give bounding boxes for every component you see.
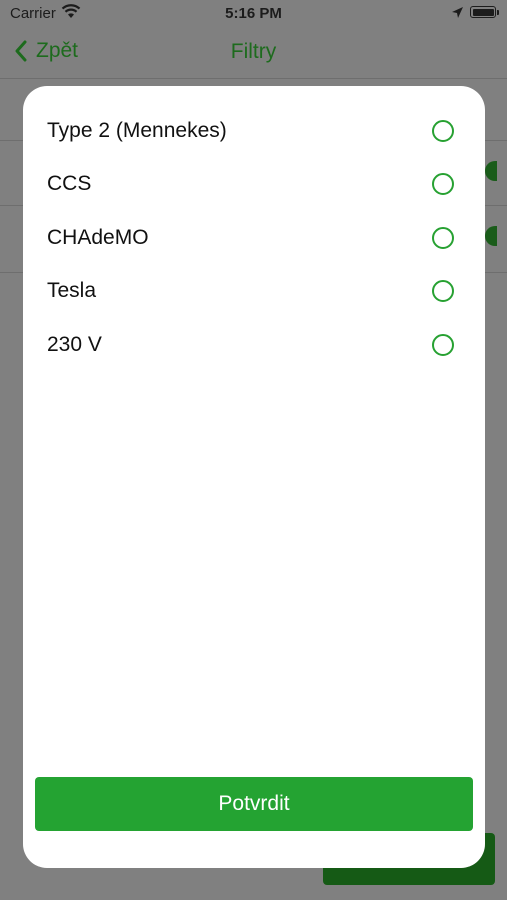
connector-option-list: Type 2 (Mennekes) CCS CHAdeMO Tesla 230 … xyxy=(23,104,485,372)
option-230v[interactable]: 230 V xyxy=(23,318,485,372)
status-bar: Carrier 5:16 PM xyxy=(0,0,507,28)
option-chademo[interactable]: CHAdeMO xyxy=(23,211,485,265)
option-label: CHAdeMO xyxy=(47,225,149,249)
option-label: Tesla xyxy=(47,279,97,303)
location-arrow-icon xyxy=(451,6,464,23)
radio-button[interactable] xyxy=(432,333,454,356)
radio-button[interactable] xyxy=(432,173,454,196)
battery-tip xyxy=(497,10,499,15)
radio-button[interactable] xyxy=(432,280,454,303)
navigation-bar: Zpět Filtry xyxy=(0,28,507,78)
confirm-button[interactable]: Potvrdit xyxy=(35,777,473,831)
page-title: Filtry xyxy=(230,40,277,63)
connector-filter-modal: Type 2 (Mennekes) CCS CHAdeMO Tesla 230 … xyxy=(23,86,485,868)
radio-button[interactable] xyxy=(432,119,454,142)
battery-icon xyxy=(470,6,496,18)
background-toggle xyxy=(485,226,497,246)
option-label: Type 2 (Mennekes) xyxy=(47,118,227,142)
status-time: 5:16 PM xyxy=(225,5,282,22)
background-divider xyxy=(0,78,507,79)
option-label: 230 V xyxy=(47,332,102,356)
background-toggle xyxy=(485,161,497,181)
option-type2[interactable]: Type 2 (Mennekes) xyxy=(23,104,485,158)
option-ccs[interactable]: CCS xyxy=(23,158,485,212)
option-tesla[interactable]: Tesla xyxy=(23,265,485,319)
radio-button[interactable] xyxy=(432,226,454,249)
option-label: CCS xyxy=(47,172,92,196)
